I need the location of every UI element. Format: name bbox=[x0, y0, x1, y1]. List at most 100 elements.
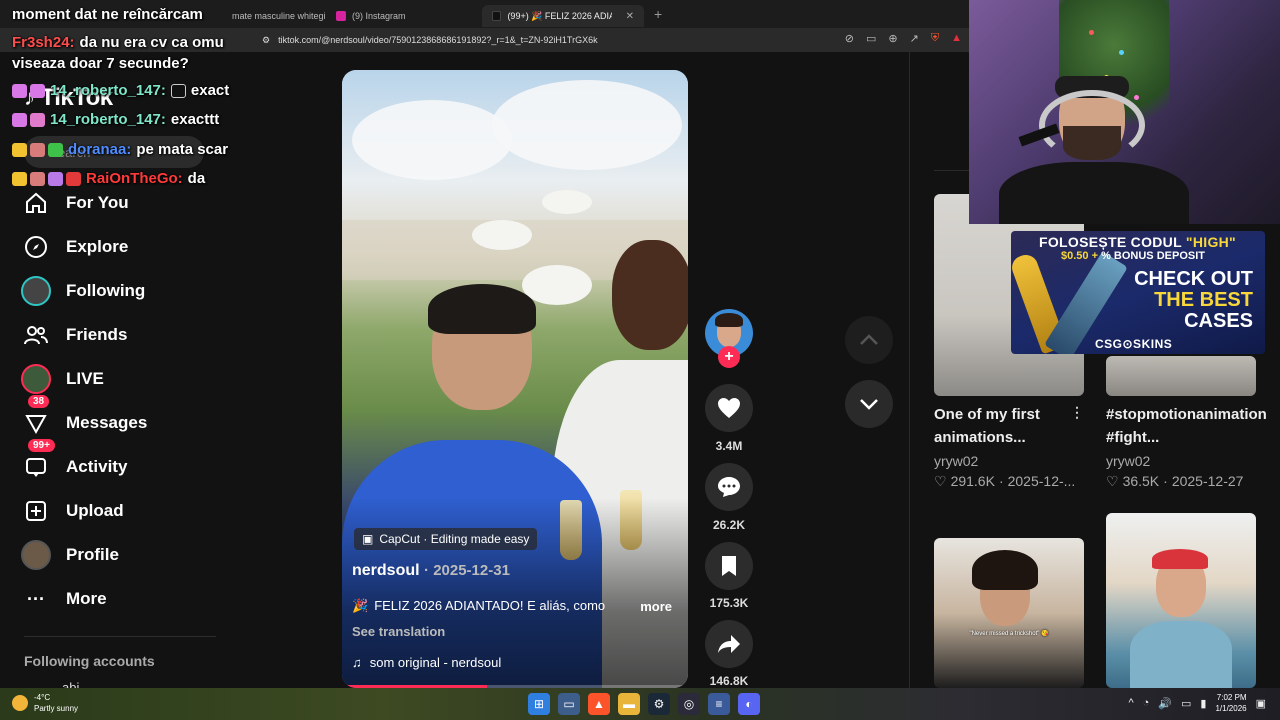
url-field[interactable]: ⚙ tiktok.com/@nerdsoul/video/75901238686… bbox=[262, 32, 598, 48]
recommended-date: 2025-12-27 bbox=[1171, 473, 1244, 489]
recommended-date: 2025-12-... bbox=[1007, 473, 1076, 489]
clock-time: 7:02 PM bbox=[1216, 693, 1247, 702]
stream-chat-overlay: moment dat ne reîncărcam Fr3sh24: da nu … bbox=[0, 0, 280, 200]
chat-text: pe mata scar bbox=[136, 141, 229, 158]
more-options-icon[interactable]: ⋮ bbox=[1070, 404, 1084, 421]
sidebar-item-explore[interactable]: Explore bbox=[20, 231, 128, 263]
capcut-label: CapCut · Editing made easy bbox=[379, 532, 530, 546]
battery-icon[interactable]: ▮ bbox=[1200, 697, 1206, 710]
browser-tab-active[interactable]: (99+) 🎉 FELIZ 2026 ADIANTAD ✕ bbox=[482, 5, 644, 27]
music-note-icon: ♫ bbox=[352, 655, 362, 670]
share-icon[interactable]: ↗ bbox=[910, 32, 919, 45]
sidebar-item-label: More bbox=[66, 589, 107, 608]
new-tab-button[interactable]: + bbox=[644, 6, 672, 22]
sidebar-item-messages[interactable]: 38 Messages bbox=[20, 395, 148, 439]
following-avatar-icon bbox=[20, 275, 52, 307]
sidebar-item-label: Messages bbox=[66, 413, 148, 432]
share-button[interactable] bbox=[705, 620, 753, 668]
previous-video-button[interactable] bbox=[845, 316, 893, 364]
windows-taskbar: -4°C Partly sunny ⊞ ▭ ▲ ▬ ⚙ ◎ ≡ ◐ ^ ◔ 🔊 … bbox=[0, 688, 1280, 720]
tiktok-icon bbox=[492, 11, 502, 21]
url-text: tiktok.com/@nerdsoul/video/7590123868686… bbox=[278, 35, 598, 45]
chevron-up-icon[interactable]: ^ bbox=[1128, 697, 1133, 709]
clock[interactable]: 7:02 PM 1/1/2026 bbox=[1215, 692, 1246, 714]
sponsor-banner[interactable]: FOLOSEȘTE CODUL "HIGH" $0.50 + % BONUS D… bbox=[1011, 231, 1265, 354]
sidebar-item-activity[interactable]: 99+ Activity bbox=[20, 439, 127, 483]
video-author[interactable]: nerdsoul · 2025-12-31 bbox=[352, 562, 510, 580]
ad-bonus-line: $0.50 + % BONUS DEPOSIT bbox=[1061, 250, 1205, 262]
video-date: 2025-12-31 bbox=[433, 562, 510, 579]
recommended-meta: ♡ 291.6K · 2025-12-... bbox=[934, 473, 1075, 490]
next-video-button[interactable] bbox=[845, 380, 893, 428]
taskbar-apps: ⊞ ▭ ▲ ▬ ⚙ ◎ ≡ ◐ bbox=[528, 693, 760, 715]
see-translation-link[interactable]: See translation bbox=[352, 624, 445, 639]
capcut-tag[interactable]: ▣ CapCut · Editing made easy bbox=[354, 528, 538, 550]
sound-link[interactable]: ♫ som original - nerdsoul bbox=[352, 655, 501, 670]
chat-username: 14_roberto_147: bbox=[50, 111, 166, 128]
thumbnail-caption: "Never missed a trickshot" 😘 bbox=[969, 631, 1049, 637]
sidebar-item-following[interactable]: Following bbox=[20, 275, 145, 307]
display-icon[interactable]: ▭ bbox=[1181, 697, 1191, 710]
sidebar-item-label: Upload bbox=[66, 501, 124, 520]
party-popper-icon: 🎉 bbox=[352, 598, 369, 613]
recommended-likes: 36.5K bbox=[1122, 473, 1160, 489]
recommended-title[interactable]: One of my first animations... bbox=[934, 403, 1074, 449]
notepad-icon[interactable]: ≡ bbox=[708, 693, 730, 715]
messages-badge: 38 bbox=[28, 395, 50, 408]
heart-outline-icon: ♡ bbox=[934, 473, 947, 489]
network-icon[interactable]: ◔ bbox=[1143, 697, 1150, 709]
recommended-author[interactable]: yryw02 bbox=[1106, 453, 1150, 469]
chat-username: RaiOnTheGo: bbox=[86, 170, 183, 187]
video-cloud bbox=[492, 80, 682, 170]
chat-message: Fr3sh24: da nu era cv ca omu bbox=[12, 34, 224, 51]
pip-icon[interactable]: ▭ bbox=[866, 32, 876, 45]
discord-icon[interactable]: ◐ bbox=[738, 693, 760, 715]
browser-tab[interactable]: (9) Instagram bbox=[326, 5, 476, 27]
chat-text: viseaza doar 7 secunde? bbox=[12, 55, 189, 72]
notification-icon[interactable]: ▣ bbox=[1256, 697, 1266, 710]
sidebar-item-more[interactable]: ··· More bbox=[20, 583, 107, 615]
like-button[interactable] bbox=[705, 384, 753, 432]
real-badge-icon bbox=[170, 83, 186, 98]
save-button[interactable] bbox=[705, 542, 753, 590]
recommended-thumbnail[interactable]: "Never missed a trickshot" 😘 bbox=[934, 538, 1084, 688]
share-arrow-icon bbox=[718, 635, 740, 653]
video-table bbox=[472, 220, 532, 250]
sidebar-item-upload[interactable]: Upload bbox=[20, 495, 124, 527]
task-view-icon[interactable]: ▭ bbox=[558, 693, 580, 715]
sidebar-item-live[interactable]: LIVE bbox=[20, 363, 104, 395]
recommended-thumbnail[interactable] bbox=[1106, 356, 1256, 396]
steam-icon[interactable]: ⚙ bbox=[648, 693, 670, 715]
recommended-author[interactable]: yryw02 bbox=[934, 453, 978, 469]
description-more-button[interactable]: more bbox=[640, 599, 672, 614]
sidebar-item-label: LIVE bbox=[66, 369, 104, 388]
no-tracking-icon[interactable]: ⊘ bbox=[845, 32, 854, 45]
zoom-icon[interactable]: ⊕ bbox=[888, 32, 897, 45]
chevron-down-icon bbox=[860, 399, 878, 410]
weather-widget[interactable]: -4°C Partly sunny bbox=[12, 692, 78, 714]
recommended-title[interactable]: #stopmotionanimation #fight... bbox=[1106, 403, 1267, 449]
rewards-icon[interactable]: ▲ bbox=[951, 32, 962, 45]
ad-headline-line: CHECK OUT bbox=[1134, 268, 1253, 290]
file-explorer-icon[interactable]: ▬ bbox=[618, 693, 640, 715]
sidebar-item-friends[interactable]: Friends bbox=[20, 319, 127, 351]
following-accounts-title: Following accounts bbox=[24, 653, 155, 669]
video-description: 🎉 FELIZ 2026 ADIANTADO! E aliás, como bbox=[352, 598, 682, 614]
recommended-thumbnail[interactable] bbox=[1106, 513, 1256, 688]
column-separator bbox=[909, 52, 910, 688]
chat-username: doranaa: bbox=[68, 141, 132, 158]
brave-icon[interactable]: ▲ bbox=[588, 693, 610, 715]
video-player[interactable]: ▣ CapCut · Editing made easy nerdsoul · … bbox=[342, 70, 688, 688]
brave-shield-icon[interactable]: ⛨ bbox=[931, 32, 939, 45]
system-tray: ^ ◔ 🔊 ▭ ▮ 7:02 PM 1/1/2026 ▣ bbox=[1128, 692, 1266, 714]
close-icon[interactable]: ✕ bbox=[626, 11, 634, 22]
sidebar-item-profile[interactable]: Profile bbox=[20, 539, 119, 571]
follow-button[interactable]: + bbox=[718, 346, 740, 368]
sidebar-divider bbox=[24, 636, 216, 637]
ad-bonus-amount: $0.50 + bbox=[1061, 250, 1102, 262]
start-icon[interactable]: ⊞ bbox=[528, 693, 550, 715]
volume-icon[interactable]: 🔊 bbox=[1158, 697, 1172, 710]
friends-icon bbox=[20, 319, 52, 351]
comment-button[interactable] bbox=[705, 463, 753, 511]
app-icon[interactable]: ◎ bbox=[678, 693, 700, 715]
